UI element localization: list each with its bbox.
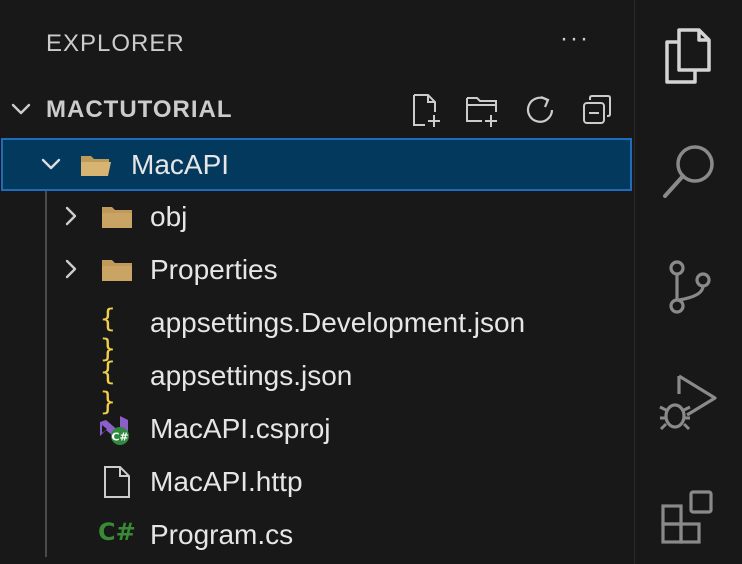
tree-item-label: MacAPI [131, 149, 230, 180]
new-folder-icon [466, 97, 497, 127]
tree-item-obj-folder[interactable]: obj [0, 190, 634, 243]
chevron-down-icon [41, 158, 61, 170]
workspace-name: MACTUTORIAL [46, 96, 233, 123]
tree-item-appsettings-json[interactable]: { } appsettings.json [0, 349, 634, 417]
new-folder-button[interactable] [464, 92, 500, 128]
activity-source-control-button[interactable] [657, 254, 721, 318]
collapse-all-button[interactable] [580, 92, 616, 128]
activity-extensions-button[interactable] [657, 484, 721, 548]
collapse-all-icon [583, 95, 611, 124]
json-icon: { } [100, 304, 118, 364]
tree-item-label: Properties [150, 254, 278, 285]
refresh-icon [526, 95, 554, 123]
tree-item-macapi-folder[interactable]: MacAPI [1, 138, 632, 191]
svg-text:C#: C# [111, 431, 128, 444]
folder-icon [102, 207, 132, 228]
tree-item-label: appsettings.json [150, 360, 353, 391]
source-control-icon [669, 260, 711, 314]
search-icon [663, 145, 714, 198]
tree-item-properties-folder[interactable]: Properties [0, 243, 634, 296]
chevron-right-icon [65, 259, 77, 279]
run-debug-icon [659, 374, 717, 431]
tree-item-appsettings-development-json[interactable]: { } appsettings.Development.json [0, 296, 634, 364]
file-icon [104, 466, 130, 498]
folder-open-icon [81, 156, 111, 176]
tree-item-label: MacAPI.http [150, 466, 303, 497]
workspace-section-header[interactable]: MACTUTORIAL [0, 90, 634, 130]
chevron-down-icon [11, 103, 31, 115]
refresh-button[interactable] [522, 92, 558, 128]
activity-run-debug-button[interactable] [657, 370, 721, 434]
json-icon: { } [100, 357, 118, 417]
new-file-icon [413, 94, 440, 127]
activity-search-button[interactable] [657, 140, 721, 204]
activity-explorer-button[interactable] [657, 24, 721, 88]
new-file-button[interactable] [408, 92, 444, 128]
chevron-right-icon [65, 206, 77, 226]
explorer-icon [665, 28, 711, 84]
more-actions-button[interactable]: ··· [560, 24, 600, 54]
tree-item-label: obj [150, 201, 188, 232]
explorer-title: EXPLORER [46, 30, 185, 57]
extensions-icon [661, 490, 713, 544]
vscode-window: EXPLORER ··· MACTUTORIAL MacAPI obj Prop… [0, 0, 742, 564]
tree-item-label: Program.cs [150, 519, 294, 550]
tree-item-program-cs[interactable]: C# Program.cs [0, 508, 634, 561]
explorer-sidebar: EXPLORER ··· MACTUTORIAL MacAPI obj Prop… [0, 0, 634, 564]
explorer-header: EXPLORER ··· [46, 25, 626, 58]
tree-item-label: MacAPI.csproj [150, 413, 331, 444]
csproj-icon: C# [100, 416, 129, 445]
tree-item-macapi-csproj[interactable]: C# MacAPI.csproj [0, 402, 634, 455]
activity-bar [634, 0, 742, 564]
csharp-icon: C# [98, 518, 136, 546]
tree-item-macapi-http[interactable]: MacAPI.http [0, 455, 634, 508]
folder-icon [102, 260, 132, 281]
tree-item-label: appsettings.Development.json [150, 307, 526, 338]
